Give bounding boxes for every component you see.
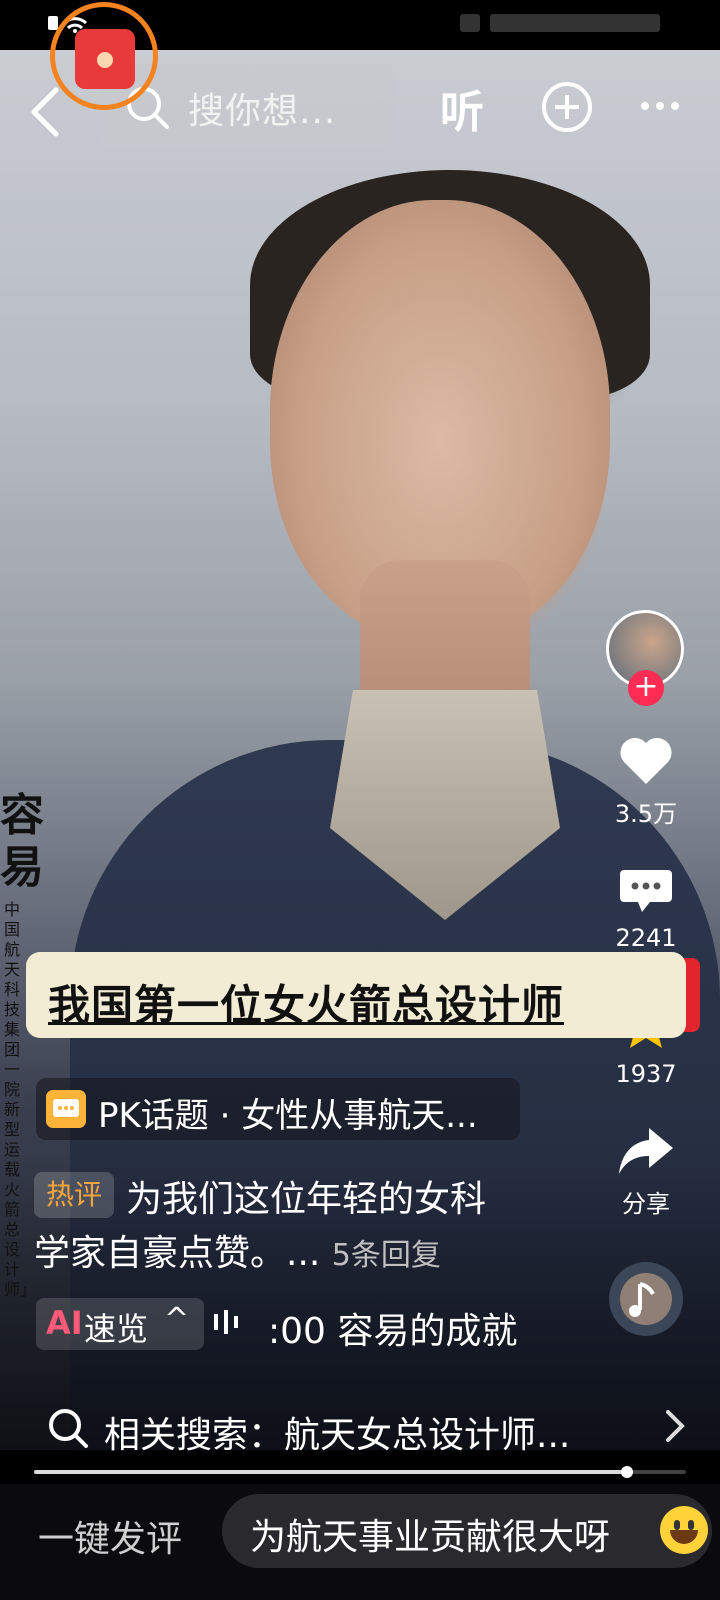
ai-summary-text: :00 容易的成就 [268,1311,518,1352]
pk-topic-chip[interactable]: PK话题 · 女性从事航天... [36,1078,520,1140]
like-count: 3.5万 [614,800,678,828]
video-progress-fill [34,1470,628,1474]
related-search-icon [46,1406,90,1454]
quick-comment-button[interactable]: 一键发评 [38,1510,182,1562]
music-disc-icon [609,1262,683,1336]
video-progress-knob[interactable] [621,1466,634,1478]
share-button[interactable]: 分享 [600,1126,692,1219]
more-dots-icon [641,102,679,110]
pk-chat-icon [46,1090,86,1128]
smiley-emoji-icon [660,1506,708,1554]
headset-icon [460,14,480,32]
listen-button[interactable]: 听 [440,76,484,140]
follow-button[interactable]: + [628,670,664,706]
hot-comment-line2-text: 学家自豪点赞。... [34,1233,321,1274]
status-indicators [490,14,660,32]
envelope-seal [97,52,113,68]
related-search[interactable]: 相关搜索：航天女总设计师... [0,1396,720,1466]
chevron-left-icon [31,87,59,137]
suggested-comment-text: 为航天事业贡献很大呀 [250,1517,611,1558]
like-button[interactable]: 3.5万 [600,734,692,829]
share-label: 分享 [622,1190,670,1218]
ai-tag: AI [46,1304,83,1342]
hot-comment-badge: 热评 [34,1172,114,1218]
comment-button[interactable]: 2241 [600,866,692,952]
plus-circle-icon [542,82,592,132]
comment-count: 2241 [615,924,677,952]
audio-wave-icon [214,1310,244,1338]
share-arrow-icon [619,1128,673,1174]
related-search-label: 相关搜索：航天女总设计师... [104,1415,571,1456]
side-caption-vertical: 中国航天科技集团一院新型运载火箭总设计师」 [4,900,37,1299]
side-caption-big: 容 易 [0,790,44,893]
suggested-comment-pill[interactable]: 为航天事业贡献很大呀 [222,1494,712,1568]
back-button[interactable] [26,82,66,142]
video-progress-bar[interactable] [34,1466,686,1478]
chevron-up-icon: ^ [164,1302,190,1337]
music-disc-button[interactable] [600,1260,692,1342]
heart-icon [620,737,672,784]
video-title: 我国第一位女火箭总设计师 [48,981,565,1030]
hot-comment-replies[interactable]: 5条回复 [332,1238,441,1273]
search-placeholder: 搜你想... [188,91,337,132]
side-caption: 容 易 中国航天科技集团一院新型运载火箭总设计师」 [0,790,60,1299]
favorite-count: 1937 [615,1060,677,1088]
add-button[interactable] [540,80,594,138]
red-packet-button[interactable] [50,2,158,110]
chevron-right-icon [664,1408,686,1453]
bottom-bar: 一键发评 为航天事业贡献很大呀 [0,1484,720,1600]
pk-topic-text: PK话题 · 女性从事航天... [98,1096,478,1136]
hot-comment-line2: 学家自豪点赞。... 5条回复 [34,1224,441,1276]
comment-icon [620,870,672,912]
ai-overview-label: 速览 [84,1310,149,1348]
hot-comment-line1: 为我们这位年轻的女科 [126,1179,487,1220]
ai-overview-chip[interactable]: AI 速览 ^ [36,1298,204,1350]
more-button[interactable] [640,80,680,121]
status-right-icons [460,12,660,34]
